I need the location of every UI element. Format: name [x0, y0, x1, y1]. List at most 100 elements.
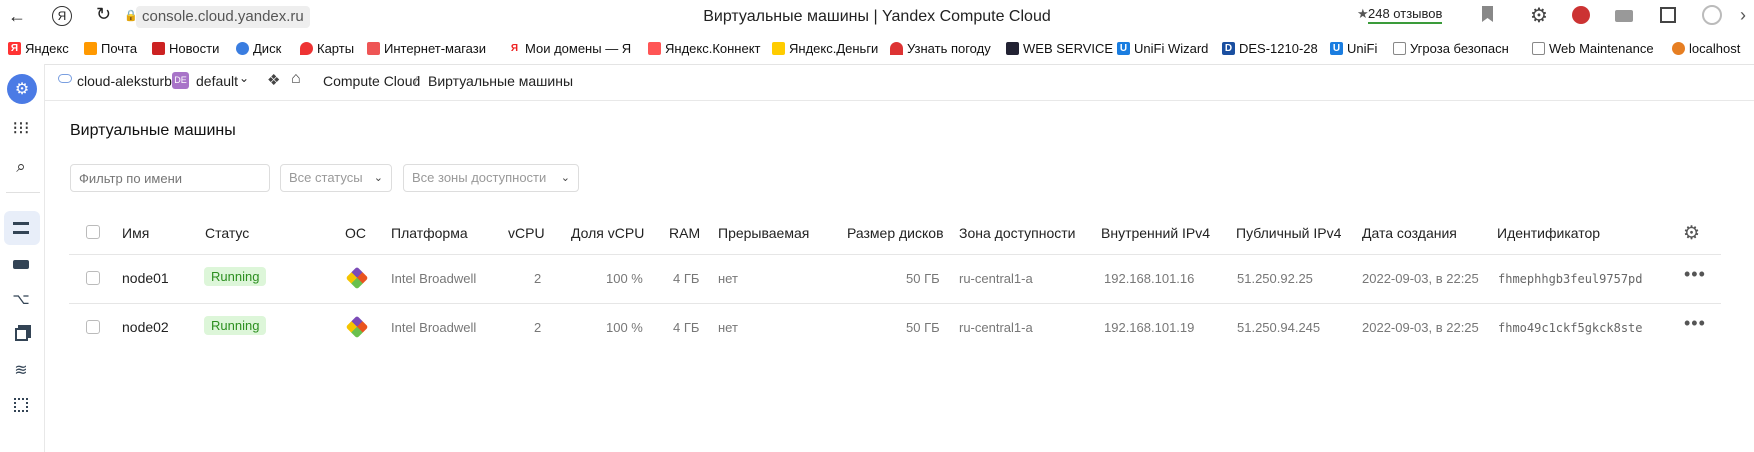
more-icon[interactable]: ••• — [1684, 264, 1706, 285]
map-pin-icon — [300, 42, 313, 55]
column-header[interactable]: vCPU — [508, 225, 545, 241]
bookmark-item[interactable]: Я Яндекс — [8, 41, 69, 56]
column-header[interactable]: RAM — [669, 225, 700, 241]
qr-icon[interactable] — [1660, 7, 1676, 23]
star-icon: ★ — [1357, 6, 1369, 21]
status-badge: Running — [204, 267, 267, 286]
umbrella-icon — [890, 42, 903, 55]
extension-icon[interactable] — [1615, 10, 1633, 22]
connect-icon — [648, 42, 661, 55]
chevron-down-icon[interactable]: ⌄ — [239, 71, 249, 85]
snapshot-icon[interactable] — [10, 323, 32, 345]
chevron-down-icon: ⌄ — [560, 172, 570, 184]
vm-name[interactable]: node01 — [122, 270, 169, 286]
yandex-icon: Я — [8, 42, 21, 55]
internal-ip: 192.168.101.19 — [1104, 320, 1195, 335]
server-icon[interactable] — [10, 217, 32, 239]
row-checkbox[interactable] — [86, 320, 100, 334]
news-icon — [152, 42, 165, 55]
status-filter-select[interactable]: Все статусы ⌄ — [280, 164, 392, 192]
bookmark-item[interactable]: Web Maintenance — [1532, 41, 1654, 56]
bookmark-item[interactable]: Узнать погоду — [890, 41, 991, 56]
dlink-icon: D — [1222, 42, 1235, 55]
divider — [6, 192, 40, 193]
apps-grid-icon[interactable]: ⁝⁝⁝ — [10, 117, 32, 139]
layers-icon[interactable]: ≋ — [10, 359, 32, 381]
platform: Intel Broadwell — [391, 320, 477, 335]
column-header[interactable]: Публичный IPv4 — [1236, 225, 1341, 241]
folder-name[interactable]: default — [196, 73, 238, 89]
home-icon[interactable]: ⌂ — [291, 70, 301, 88]
created-date: 2022-09-03, в 22:25 — [1362, 271, 1479, 286]
disk-icon[interactable] — [10, 253, 32, 275]
public-ip: 51.250.92.25 — [1237, 271, 1313, 286]
column-header[interactable]: Платформа — [391, 225, 468, 241]
vm-id[interactable]: fhmo49c1ckf5gkck8ste — [1498, 321, 1643, 335]
row-checkbox[interactable] — [86, 271, 100, 285]
created-date: 2022-09-03, в 22:25 — [1362, 320, 1479, 335]
vm-id[interactable]: fhmephhgb3feul9757pd — [1498, 272, 1643, 286]
extension-icon[interactable] — [1702, 5, 1722, 25]
column-header[interactable]: ОС — [345, 225, 366, 241]
services-icon[interactable]: ❖ — [267, 71, 280, 89]
bookmark-item[interactable]: U UniFi — [1330, 41, 1377, 56]
compute-service-icon[interactable]: ⚙ — [7, 74, 37, 104]
chevron-down-icon: ⌄ — [373, 172, 383, 184]
bookmark-item[interactable]: Новости — [152, 41, 219, 56]
bookmark-item[interactable]: localhost — [1672, 41, 1740, 56]
more-icon[interactable]: ••• — [1684, 313, 1706, 334]
vcpu-share: 100 % — [606, 320, 643, 335]
vcpu: 2 — [534, 271, 542, 286]
column-header[interactable]: Доля vCPU — [571, 225, 644, 241]
page-icon — [1532, 42, 1545, 55]
bookmark-item[interactable]: Карты — [300, 41, 354, 56]
disk-size: 50 ГБ — [906, 271, 940, 286]
bookmark-item[interactable]: U UniFi Wizard — [1117, 41, 1208, 56]
bookmark-item[interactable]: WEB SERVICE — [1006, 41, 1113, 56]
bookmark-item[interactable]: Угроза безопасн — [1393, 41, 1509, 56]
internal-ip: 192.168.101.16 — [1104, 271, 1195, 286]
search-icon[interactable]: ⌕ — [10, 156, 32, 178]
column-header[interactable]: Размер дисков — [847, 225, 944, 241]
column-header[interactable]: Прерываемая — [718, 225, 809, 241]
yandex-icon: Я — [508, 42, 521, 55]
gear-icon[interactable]: ⚙ — [1683, 222, 1700, 245]
bookmark-item[interactable]: Диск — [236, 41, 281, 56]
market-icon — [367, 42, 380, 55]
column-header[interactable]: Дата создания — [1362, 225, 1457, 241]
reviews-link[interactable]: 248 отзывов — [1368, 6, 1443, 24]
breadcrumb-current: Виртуальные машины — [428, 73, 574, 89]
bookmark-item[interactable]: D DES-1210-28 — [1222, 41, 1318, 56]
bookmark-item[interactable]: Яндекс.Коннект — [648, 41, 761, 56]
column-header[interactable]: Идентификатор — [1497, 225, 1600, 241]
column-header[interactable]: Статус — [205, 225, 249, 241]
column-header[interactable]: Имя — [122, 225, 149, 241]
column-header[interactable]: Зона доступности — [959, 225, 1076, 241]
ram: 4 ГБ — [673, 320, 700, 335]
select-all-checkbox[interactable] — [86, 225, 100, 239]
name-filter-input[interactable] — [70, 164, 270, 192]
bookmark-item[interactable]: Интернет-магази — [367, 41, 486, 56]
instance-groups-icon[interactable] — [10, 394, 32, 416]
vcpu-share: 100 % — [606, 271, 643, 286]
vm-name[interactable]: node02 — [122, 319, 169, 335]
zone-filter-select[interactable]: Все зоны доступности ⌄ — [403, 164, 579, 192]
bookmarks-bar: Я Яндекс Почта Новости Диск Карты Интерне… — [0, 34, 1754, 65]
network-icon[interactable]: ⌥ — [10, 288, 32, 310]
bookmark-item[interactable]: Яндекс.Деньги — [772, 41, 878, 56]
bookmark-item[interactable]: Почта — [84, 41, 137, 56]
breadcrumb-separator: / — [414, 73, 418, 89]
preemptible: нет — [718, 320, 738, 335]
menu-icon[interactable]: › — [1740, 5, 1746, 26]
money-icon — [772, 42, 785, 55]
breadcrumb-service[interactable]: Compute Cloud — [323, 73, 420, 89]
cloud-name[interactable]: cloud-aleksturbo — [77, 73, 180, 89]
extension-icon[interactable] — [1572, 6, 1590, 24]
column-header[interactable]: Внутренний IPv4 — [1101, 225, 1210, 241]
disk-icon — [236, 42, 249, 55]
bookmark-item[interactable]: Я Мои домены — Я — [508, 41, 631, 56]
public-ip: 51.250.94.245 — [1237, 320, 1321, 335]
web-service-icon — [1006, 42, 1019, 55]
vcpu: 2 — [534, 320, 542, 335]
gear-icon[interactable]: ⚙ — [1530, 3, 1548, 28]
